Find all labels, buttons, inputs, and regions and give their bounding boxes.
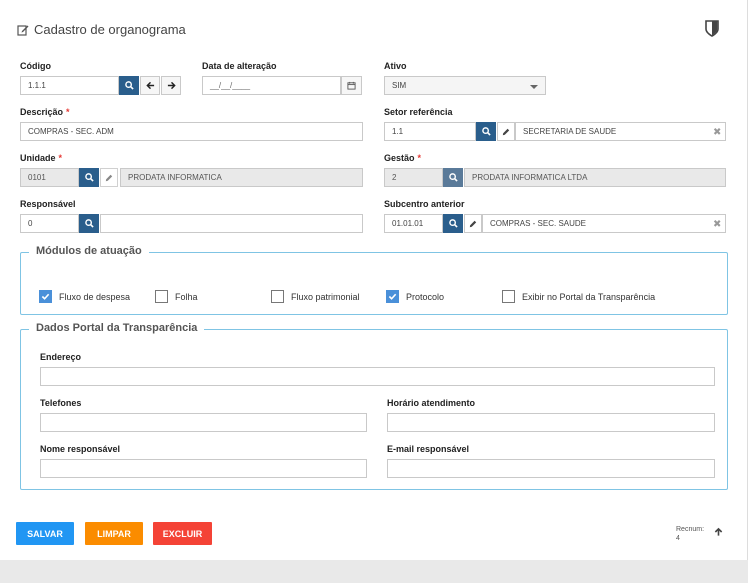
required-mark: * [58,153,63,163]
email-responsavel-input[interactable] [387,459,715,478]
telefones-label: Telefones [40,398,82,408]
subcentro-anterior-edit-button[interactable] [464,214,482,233]
descricao-label: Descrição * [20,107,70,117]
setor-referencia-search-button[interactable] [476,122,496,141]
codigo-search-button[interactable] [119,76,139,95]
descricao-input[interactable]: COMPRAS - SEC. ADM [20,122,363,141]
setor-referencia-code-input[interactable]: 1.1 [384,122,476,141]
recnum-label: Recnum: [676,526,705,533]
checkbox-exibir-portal[interactable]: Exibir no Portal da Transparência [502,290,655,303]
ativo-label: Ativo [384,61,407,71]
checkbox-label: Folha [175,291,198,302]
gestao-label: Gestão * [384,153,422,163]
checkbox-box[interactable] [39,290,52,303]
search-icon [84,173,94,182]
search-icon [448,219,458,228]
check-icon [41,293,50,300]
setor-referencia-edit-button[interactable] [497,122,515,141]
codigo-input[interactable]: 1.1.1 [20,76,119,95]
check-icon [388,293,397,300]
pencil-icon [469,220,477,227]
shield-icon[interactable] [705,20,719,37]
recnum-value: 4 [676,535,680,542]
arrow-left-icon [145,81,154,90]
ativo-select[interactable]: SIM [384,76,546,95]
subcentro-anterior-name-input[interactable]: COMPRAS - SEC. SAUDE [482,214,726,233]
page-title: Cadastro de organograma [17,22,186,37]
pencil-icon [502,128,510,135]
modulos-fieldset [20,252,728,315]
responsavel-label: Responsável [20,199,76,209]
next-button[interactable] [161,76,181,95]
email-responsavel-label: E-mail responsável [387,444,470,454]
checkbox-protocolo[interactable]: Protocolo [386,290,444,303]
codigo-label: Código [20,61,51,71]
delete-button[interactable]: EXCLUIR [153,522,212,545]
unidade-search-button[interactable] [79,168,99,187]
unidade-label: Unidade * [20,153,63,163]
required-mark: * [66,107,70,117]
portal-legend: Dados Portal da Transparência [29,322,205,334]
checkbox-fluxo-patrimonial[interactable]: Fluxo patrimonial [271,290,360,303]
pencil-icon [105,174,113,181]
endereco-label: Endereço [40,352,82,362]
arrow-right-icon [167,81,176,90]
telefones-input[interactable] [40,413,367,432]
nome-responsavel-input[interactable] [40,459,367,478]
modulos-legend: Módulos de atuação [29,245,149,257]
checkbox-box[interactable] [271,290,284,303]
setor-referencia-label: Setor referência [384,107,453,117]
chevron-down-icon [530,85,538,89]
page-title-text: Cadastro de organograma [34,22,186,37]
previous-button[interactable] [140,76,160,95]
setor-referencia-name-input[interactable]: SECRETARIA DE SAUDE [515,122,726,141]
arrow-up-icon[interactable] [714,527,723,537]
unidade-edit-button[interactable] [100,168,118,187]
edit-icon [17,24,29,36]
checkbox-label: Protocolo [406,291,445,302]
unidade-code-input[interactable]: 0101 [20,168,79,187]
calendar-icon [347,81,356,90]
save-button[interactable]: SALVAR [16,522,74,545]
subcentro-anterior-label: Subcentro anterior [384,199,465,209]
checkbox-fluxo-despesa[interactable]: Fluxo de despesa [39,290,130,303]
responsavel-name-input[interactable] [100,214,363,233]
search-icon [84,219,94,228]
checkbox-box[interactable] [386,290,399,303]
required-mark: * [417,153,422,163]
data-alteracao-label: Data de alteração [202,61,277,71]
horario-input[interactable] [387,413,715,432]
checkbox-label: Exibir no Portal da Transparência [522,291,656,302]
gestao-code-input[interactable]: 2 [384,168,443,187]
horario-label: Horário atendimento [387,398,476,408]
responsavel-search-button[interactable] [79,214,99,233]
responsavel-code-input[interactable]: 0 [20,214,79,233]
page: Cadastro de organograma Código 1.1.1 Dat… [0,0,748,560]
subcentro-anterior-search-button[interactable] [443,214,463,233]
gestao-name-input[interactable]: PRODATA INFORMATICA LTDA [464,168,726,187]
clear-button[interactable]: LIMPAR [85,522,143,545]
close-icon[interactable]: ✖ [713,219,721,230]
checkbox-box[interactable] [502,290,515,303]
search-icon [124,81,134,90]
checkbox-box[interactable] [155,290,168,303]
checkbox-label: Fluxo patrimonial [291,291,360,302]
nome-responsavel-label: Nome responsável [40,444,121,454]
calendar-button[interactable] [341,76,362,95]
checkbox-label: Fluxo de despesa [59,291,131,302]
search-icon [448,173,458,182]
endereco-input[interactable] [40,367,715,386]
data-alteracao-input[interactable]: __/__/____ [202,76,341,95]
search-icon [481,127,491,136]
subcentro-anterior-code-input[interactable]: 01.01.01 [384,214,443,233]
close-icon[interactable]: ✖ [713,127,721,138]
unidade-name-input[interactable]: PRODATA INFORMATICA [120,168,363,187]
checkbox-folha[interactable]: Folha [155,290,198,303]
recnum: Recnum: 4 [676,525,704,543]
gestao-search-button[interactable] [443,168,463,187]
